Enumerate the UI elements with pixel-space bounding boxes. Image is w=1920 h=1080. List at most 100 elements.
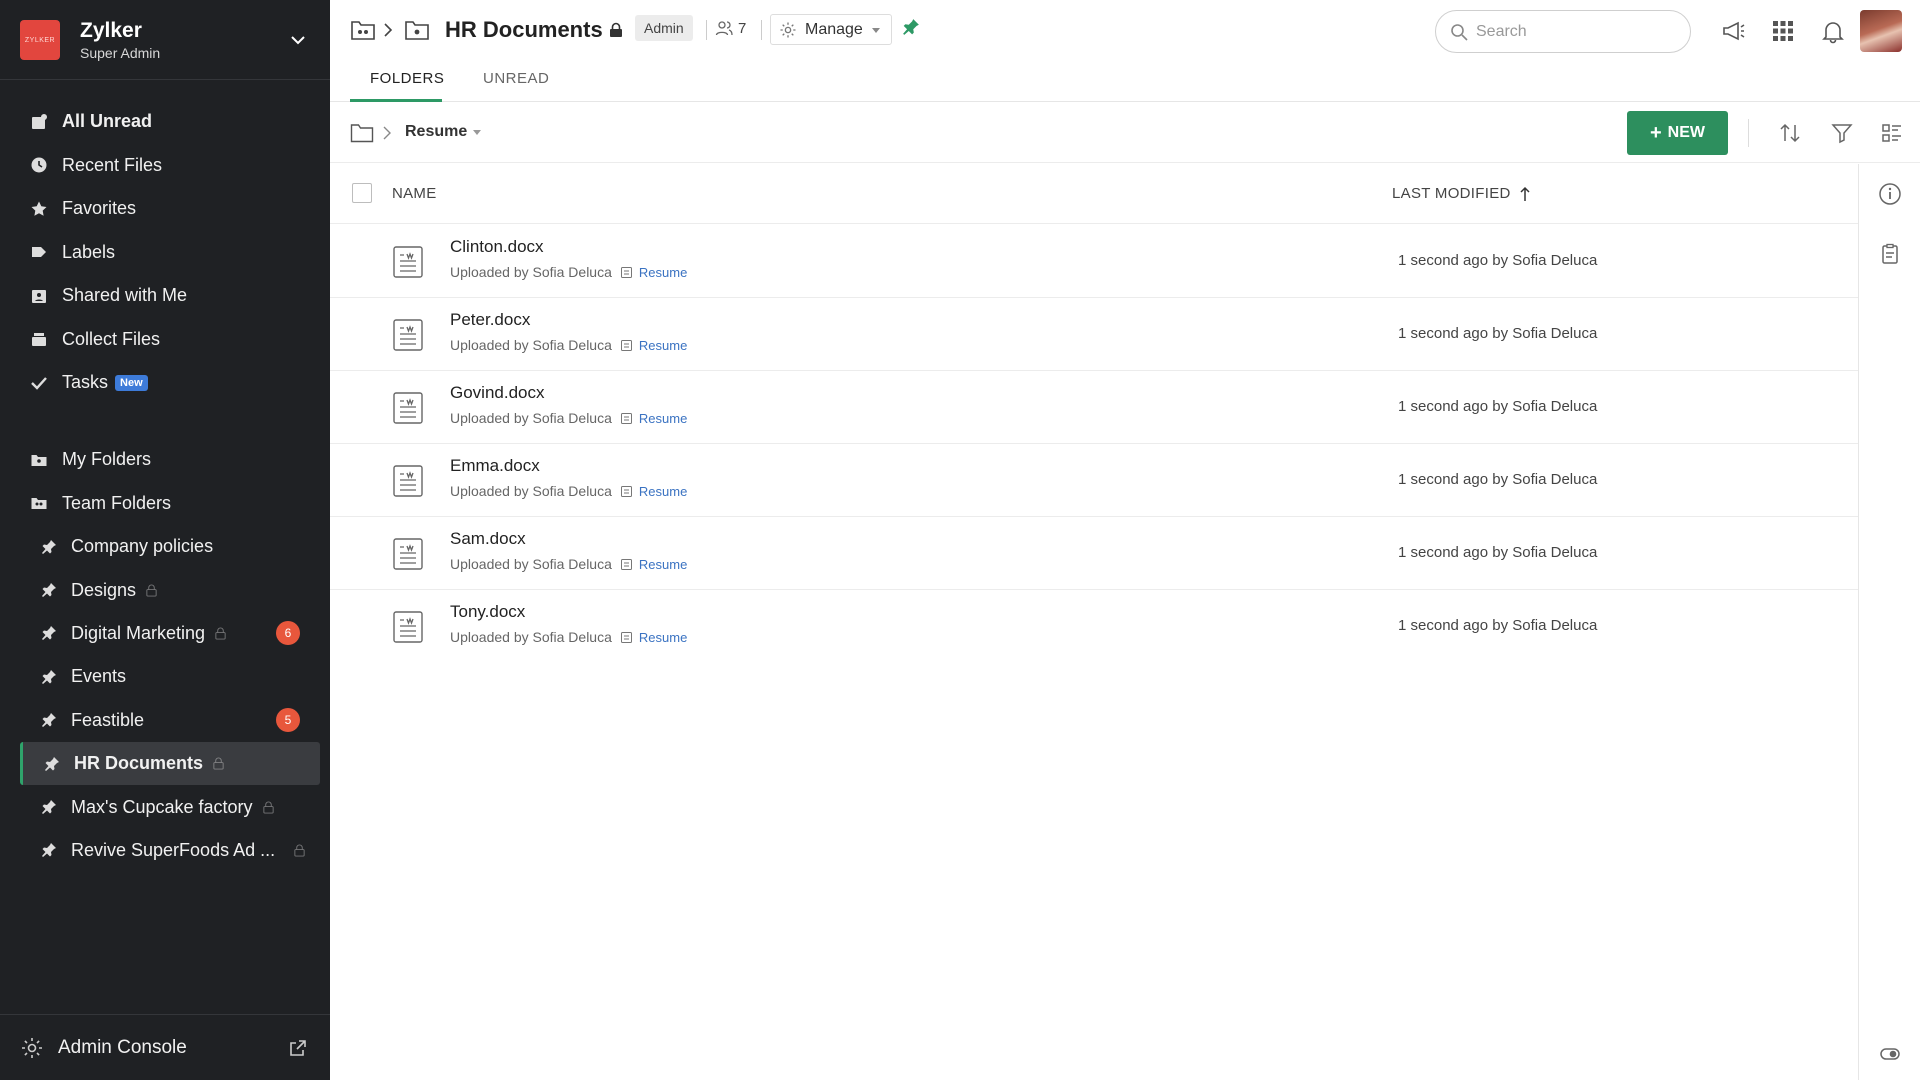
table-row[interactable]: Peter.docx Uploaded by Sofia Deluca Resu… (330, 298, 1858, 371)
lock-icon (213, 757, 224, 770)
org-name: Zylker (80, 19, 142, 42)
file-meta: Uploaded by Sofia Deluca Resume (450, 337, 687, 353)
nav-item-label: Recent Files (62, 154, 163, 175)
org-role: Super Admin (80, 45, 161, 61)
theme-toggle-icon[interactable] (1878, 1042, 1902, 1066)
team-folder-maxs-cupcake-factory[interactable]: Max's Cupcake factory (0, 785, 330, 828)
team-folder-company-policies[interactable]: Company policies (0, 525, 330, 568)
file-name[interactable]: Sam.docx (450, 529, 526, 549)
org-switcher[interactable]: ZYLKER Zylker Super Admin (0, 0, 330, 80)
pin-icon (42, 713, 56, 728)
unread-count-badge: 5 (276, 708, 300, 733)
file-label-tag[interactable]: Resume (639, 265, 687, 280)
nav-item-label: All Unread (62, 111, 153, 132)
file-label-tag[interactable]: Resume (639, 557, 687, 572)
members-count: 7 (738, 19, 747, 37)
nav-item-labels[interactable]: Labels (0, 231, 330, 275)
nav-item-my-folders[interactable]: My Folders (0, 438, 330, 482)
label-icon (620, 266, 632, 278)
pin-icon[interactable] (902, 18, 920, 36)
gear-icon (22, 1037, 42, 1058)
file-name[interactable]: Peter.docx (450, 310, 530, 330)
table-row[interactable]: Sam.docx Uploaded by Sofia Deluca Resume… (330, 517, 1858, 590)
nav-item-collect-files[interactable]: Collect Files (0, 318, 330, 362)
nav-item-recent-files[interactable]: Recent Files (0, 144, 330, 188)
team-folder-label: Company policies (71, 536, 214, 557)
uploaded-by: Uploaded by Sofia Deluca (450, 556, 612, 572)
lock-icon (262, 801, 274, 814)
breadcrumb[interactable]: Resume (405, 123, 482, 141)
team-folder-label: Revive SuperFoods Ad ... (71, 839, 276, 860)
admin-console-link[interactable]: Admin Console (0, 1014, 330, 1080)
lock-icon (215, 627, 226, 640)
team-folder-digital-marketing[interactable]: Digital Marketing 6 (0, 612, 330, 655)
table-row[interactable]: Tony.docx Uploaded by Sofia Deluca Resum… (330, 590, 1858, 663)
file-name[interactable]: Emma.docx (450, 456, 540, 476)
activity-icon[interactable] (1878, 242, 1902, 266)
file-list: Clinton.docx Uploaded by Sofia Deluca Re… (330, 225, 1858, 663)
label-icon (620, 412, 632, 424)
last-modified: 1 second ago by Sofia Deluca (1398, 617, 1598, 634)
column-header-name[interactable]: NAME (392, 185, 437, 202)
pin-icon (45, 756, 59, 771)
view-toggle-icon[interactable] (1880, 121, 1904, 145)
lock-icon (146, 584, 157, 597)
team-folder-revive-superfoods[interactable]: Revive SuperFoods Ad ... (0, 829, 330, 872)
uploaded-by: Uploaded by Sofia Deluca (450, 483, 612, 499)
members-button[interactable]: 7 (715, 19, 746, 37)
docx-file-icon (393, 246, 423, 278)
avatar[interactable] (1860, 10, 1902, 52)
external-link-icon[interactable] (288, 1038, 308, 1058)
team-folder-events[interactable]: Events (0, 655, 330, 698)
nav-item-favorites[interactable]: Favorites (0, 187, 330, 231)
team-folders-icon[interactable] (350, 18, 376, 42)
toolbar: Resume + NEW (330, 103, 1920, 163)
table-row[interactable]: Govind.docx Uploaded by Sofia Deluca Res… (330, 371, 1858, 444)
tab-folders[interactable]: FOLDERS (370, 70, 444, 87)
unread-count-badge: 6 (276, 621, 300, 646)
filter-icon[interactable] (1830, 121, 1854, 145)
nav-list: All Unread Recent Files Favorites Labels… (0, 100, 330, 405)
info-icon[interactable] (1878, 182, 1902, 206)
manage-label: Manage (805, 20, 863, 38)
nav-item-all-unread[interactable]: All Unread (0, 100, 330, 144)
file-label-tag[interactable]: Resume (639, 338, 687, 353)
nav-item-label: My Folders (62, 449, 152, 470)
search-box[interactable] (1435, 10, 1691, 53)
file-meta: Uploaded by Sofia Deluca Resume (450, 410, 687, 426)
last-modified: 1 second ago by Sofia Deluca (1398, 252, 1598, 269)
select-all-checkbox[interactable] (352, 183, 372, 203)
apps-grid-icon[interactable] (1770, 18, 1796, 44)
announcement-icon[interactable] (1720, 18, 1746, 44)
pin-icon (42, 800, 56, 815)
table-row[interactable]: Clinton.docx Uploaded by Sofia Deluca Re… (330, 225, 1858, 298)
folder-icon[interactable] (350, 123, 374, 143)
table-row[interactable]: Emma.docx Uploaded by Sofia Deluca Resum… (330, 444, 1858, 517)
sort-icon[interactable] (1778, 121, 1802, 145)
team-folder-feastible[interactable]: Feastible 5 (0, 699, 330, 742)
pin-icon (42, 843, 56, 858)
chevron-down-icon[interactable] (286, 28, 310, 52)
file-name[interactable]: Tony.docx (450, 602, 525, 622)
collect-icon (30, 330, 48, 348)
file-name[interactable]: Govind.docx (450, 383, 545, 403)
search-input[interactable] (1476, 22, 1676, 41)
team-folder-designs[interactable]: Designs (0, 568, 330, 611)
nav-item-shared-with-me[interactable]: Shared with Me (0, 274, 330, 318)
new-button[interactable]: + NEW (1627, 111, 1728, 155)
nav-item-tasks[interactable]: Tasks New (0, 361, 330, 405)
column-header-last-modified[interactable]: LAST MODIFIED (1392, 185, 1531, 202)
file-label-tag[interactable]: Resume (639, 411, 687, 426)
tab-unread[interactable]: UNREAD (483, 70, 549, 87)
divider (1748, 119, 1749, 147)
bell-icon[interactable] (1820, 18, 1846, 44)
file-name[interactable]: Clinton.docx (450, 237, 544, 257)
team-folder-hr-documents[interactable]: HR Documents (20, 741, 320, 786)
file-label-tag[interactable]: Resume (639, 630, 687, 645)
file-label-tag[interactable]: Resume (639, 484, 687, 499)
team-folder-label: Designs (71, 579, 137, 600)
nav-item-team-folders[interactable]: Team Folders (0, 482, 330, 526)
folder-section: My Folders Team Folders (0, 438, 330, 525)
manage-dropdown[interactable]: Manage (770, 14, 892, 45)
last-modified: 1 second ago by Sofia Deluca (1398, 398, 1598, 415)
